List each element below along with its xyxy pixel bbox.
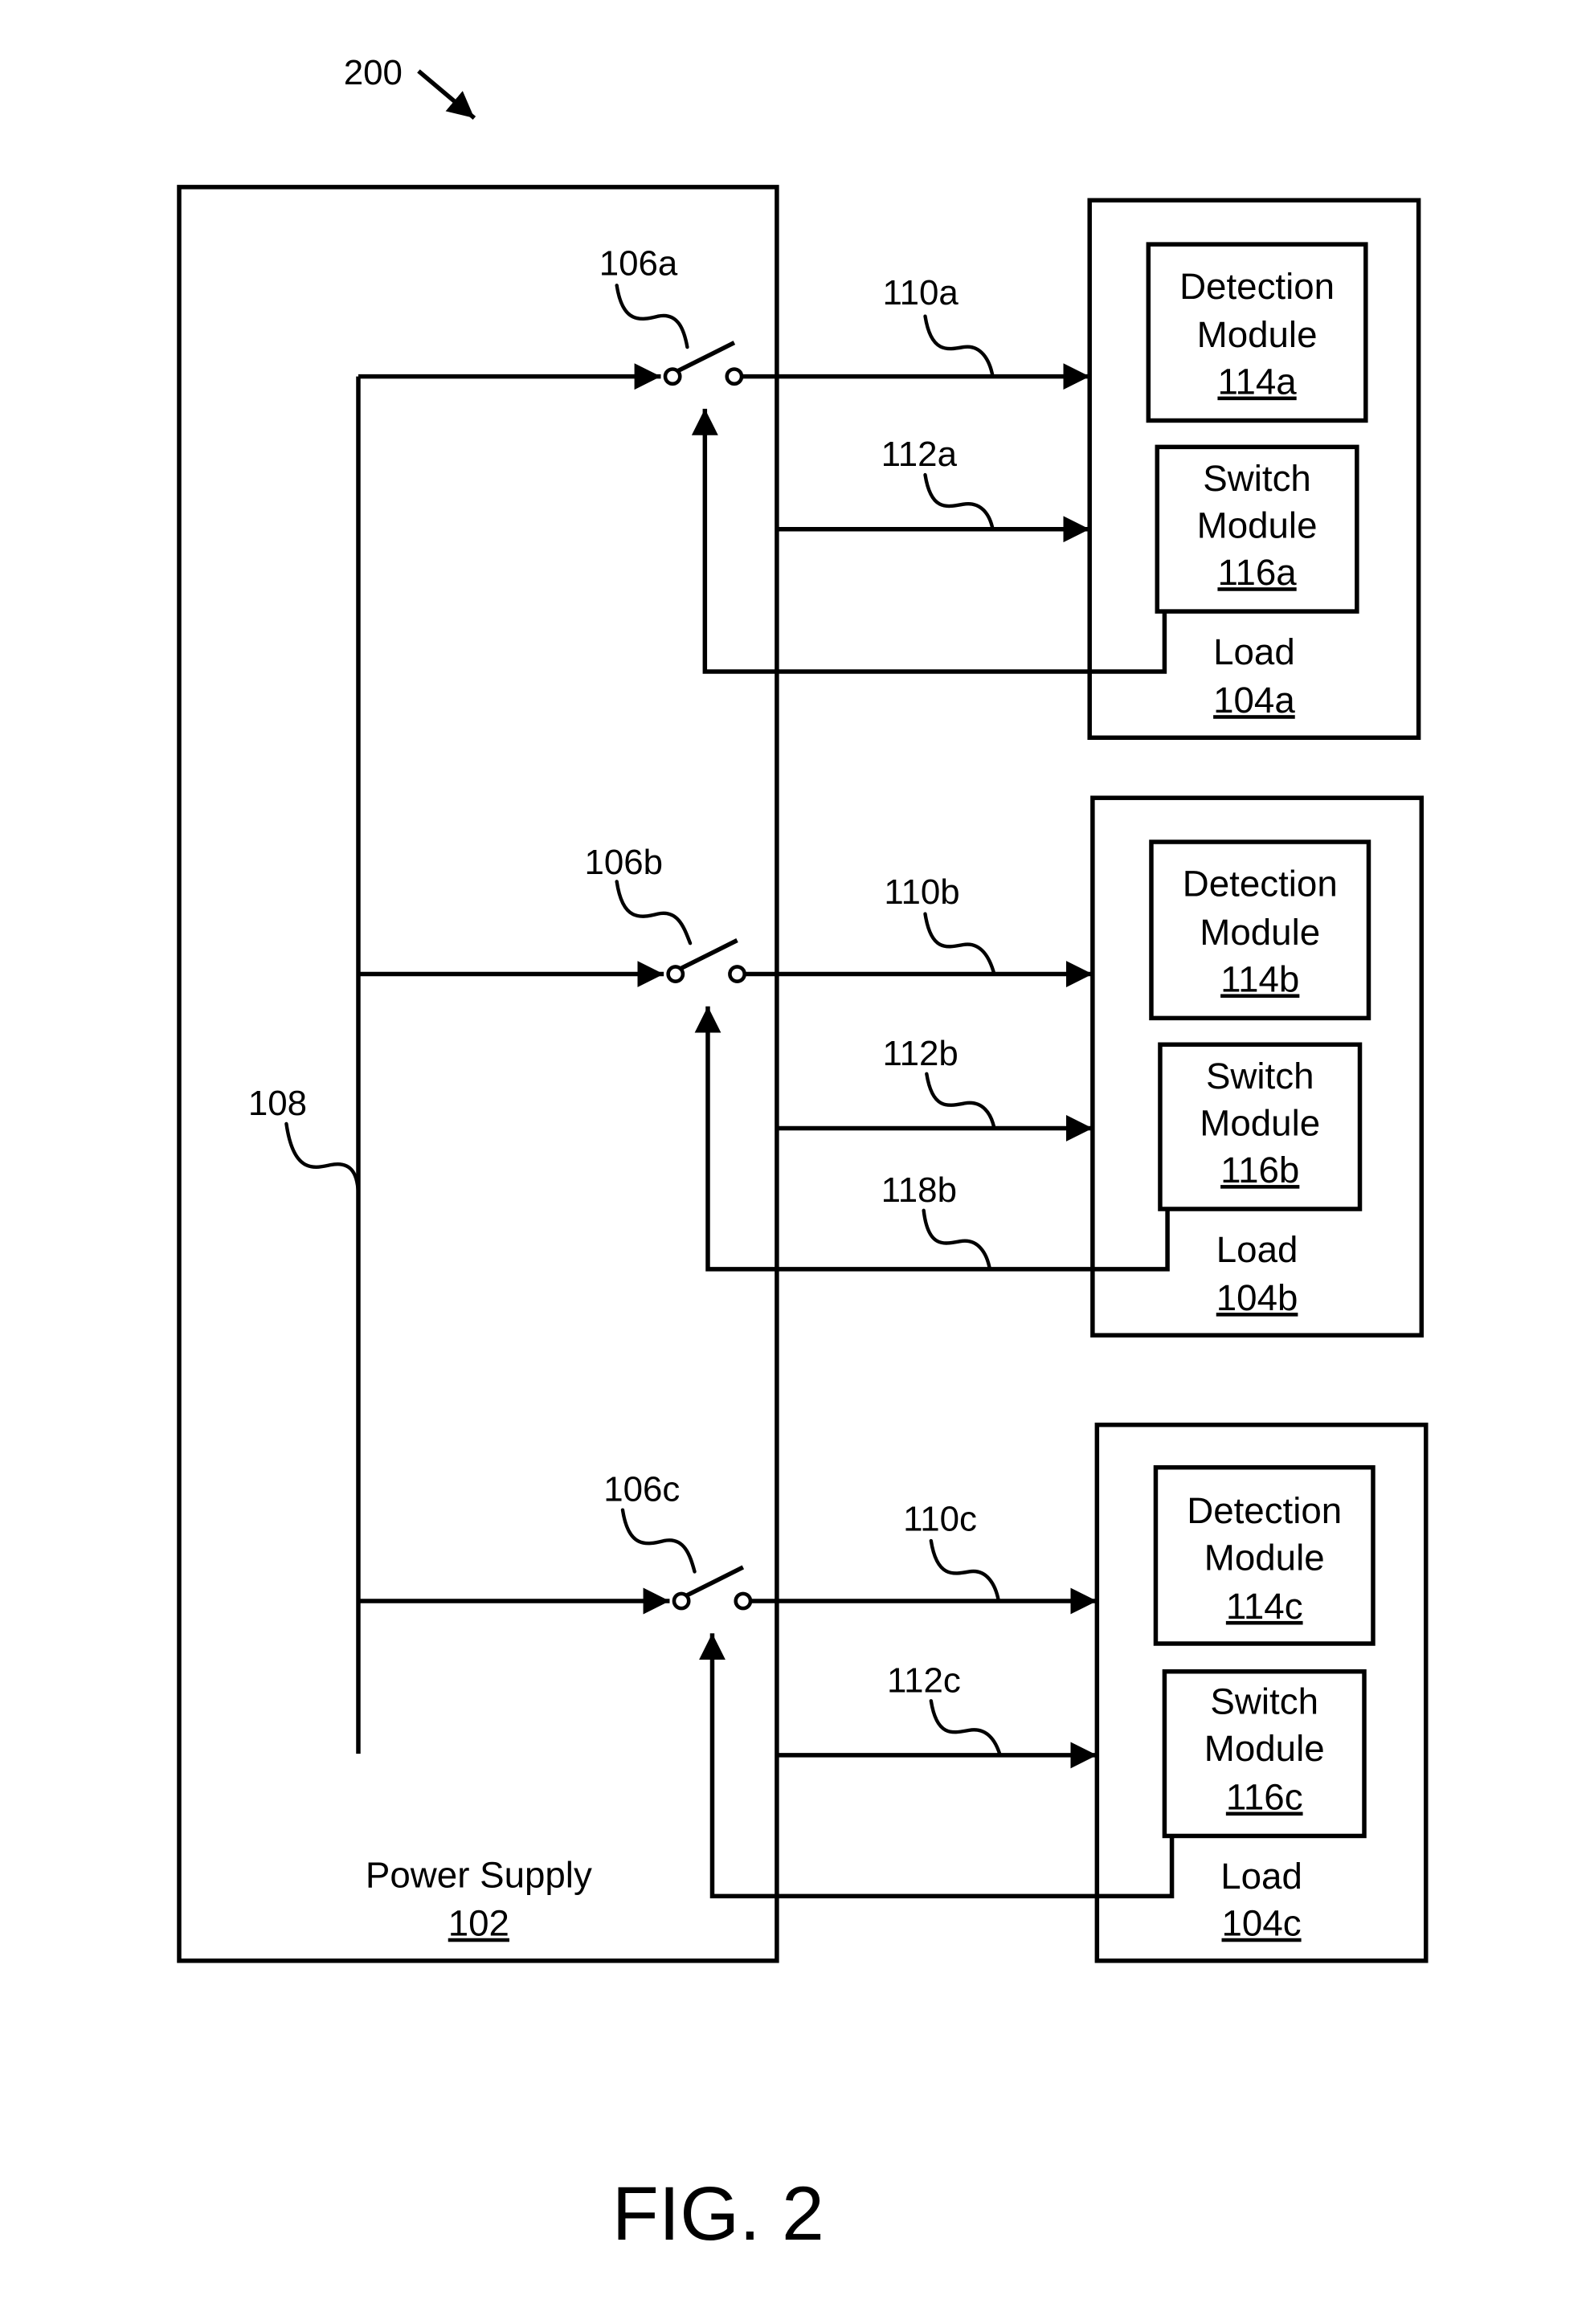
load-ref: 104b <box>1216 1277 1298 1318</box>
power-line-leader <box>929 1538 1001 1603</box>
load-ref: 104a <box>1213 680 1295 721</box>
patent-figure: 200 Power Supply 102 108 106a 110a 112a … <box>177 53 1429 2257</box>
signal-line-ref: 112c <box>887 1660 961 1700</box>
signal-line-leader <box>925 1072 996 1130</box>
switch-contact-icon <box>734 1591 753 1611</box>
switch-contact-icon <box>725 367 744 386</box>
feedback-line-ref: 118b <box>881 1170 957 1210</box>
signal-line-leader <box>923 472 995 531</box>
switch-module-ref: 116a <box>1217 552 1297 593</box>
power-line-ref: 110b <box>884 872 959 912</box>
switch-leader <box>615 284 689 349</box>
power-line-leader <box>923 912 996 976</box>
figure-ref-arrow <box>417 69 476 120</box>
power-line-ref: 110a <box>882 273 959 312</box>
switch-module-ref: 116c <box>1226 1777 1303 1818</box>
switch-module-label: Module <box>1197 505 1318 546</box>
power-supply-ref: 102 <box>448 1903 509 1944</box>
detection-module-label: Detection <box>1183 864 1338 905</box>
switch-module-label: Switch <box>1210 1681 1318 1722</box>
switch-contact-icon <box>666 965 685 983</box>
switch-ref: 106b <box>584 843 663 882</box>
switch-module-label: Module <box>1204 1728 1325 1769</box>
switch-module-label: Switch <box>1206 1056 1314 1097</box>
power-line-leader <box>923 314 995 378</box>
signal-line-ref: 112a <box>881 435 958 474</box>
figure-caption: FIG. 2 <box>612 2171 824 2257</box>
switch-contact-icon <box>672 1591 691 1611</box>
load-ref: 104c <box>1222 1903 1302 1944</box>
signal-line-ref: 112b <box>882 1034 958 1073</box>
detection-module-label: Module <box>1200 912 1320 953</box>
detection-module-ref: 114c <box>1226 1586 1303 1627</box>
channel-a: 106a 110a 112a Detection Module 114a Swi… <box>358 198 1421 741</box>
switch-module-label: Module <box>1200 1103 1320 1144</box>
switch-contact-icon <box>728 965 746 983</box>
switch-ref: 106a <box>599 244 678 284</box>
power-supply-label: Power Supply <box>366 1854 592 1895</box>
bus-ref: 108 <box>248 1084 307 1123</box>
load-label: Load <box>1216 1229 1298 1270</box>
bus-leader <box>284 1121 361 1199</box>
detection-module-label: Detection <box>1187 1490 1342 1531</box>
detection-module-label: Module <box>1197 314 1318 355</box>
figure-ref-number: 200 <box>344 53 403 92</box>
switch-ref: 106c <box>603 1470 680 1509</box>
signal-line-leader <box>929 1699 1002 1758</box>
channel-b: 106b 110b 112b 118b Detection Module 114… <box>358 795 1425 1338</box>
switch-module-label: Switch <box>1203 458 1311 499</box>
switch-module-ref: 116b <box>1220 1150 1299 1191</box>
switch-leader <box>620 1508 697 1574</box>
detection-module-ref: 114b <box>1220 958 1299 999</box>
detection-module-ref: 114a <box>1217 361 1297 402</box>
power-line-ref: 110c <box>903 1499 977 1538</box>
detection-module-label: Module <box>1204 1538 1325 1579</box>
switch-contact-icon <box>663 367 682 386</box>
feedback-line-leader <box>922 1208 992 1272</box>
power-supply-box <box>177 185 779 1963</box>
load-label: Load <box>1213 631 1295 672</box>
switch-leader <box>615 880 693 946</box>
detection-module-label: Detection <box>1179 266 1335 307</box>
load-label: Load <box>1220 1856 1302 1897</box>
